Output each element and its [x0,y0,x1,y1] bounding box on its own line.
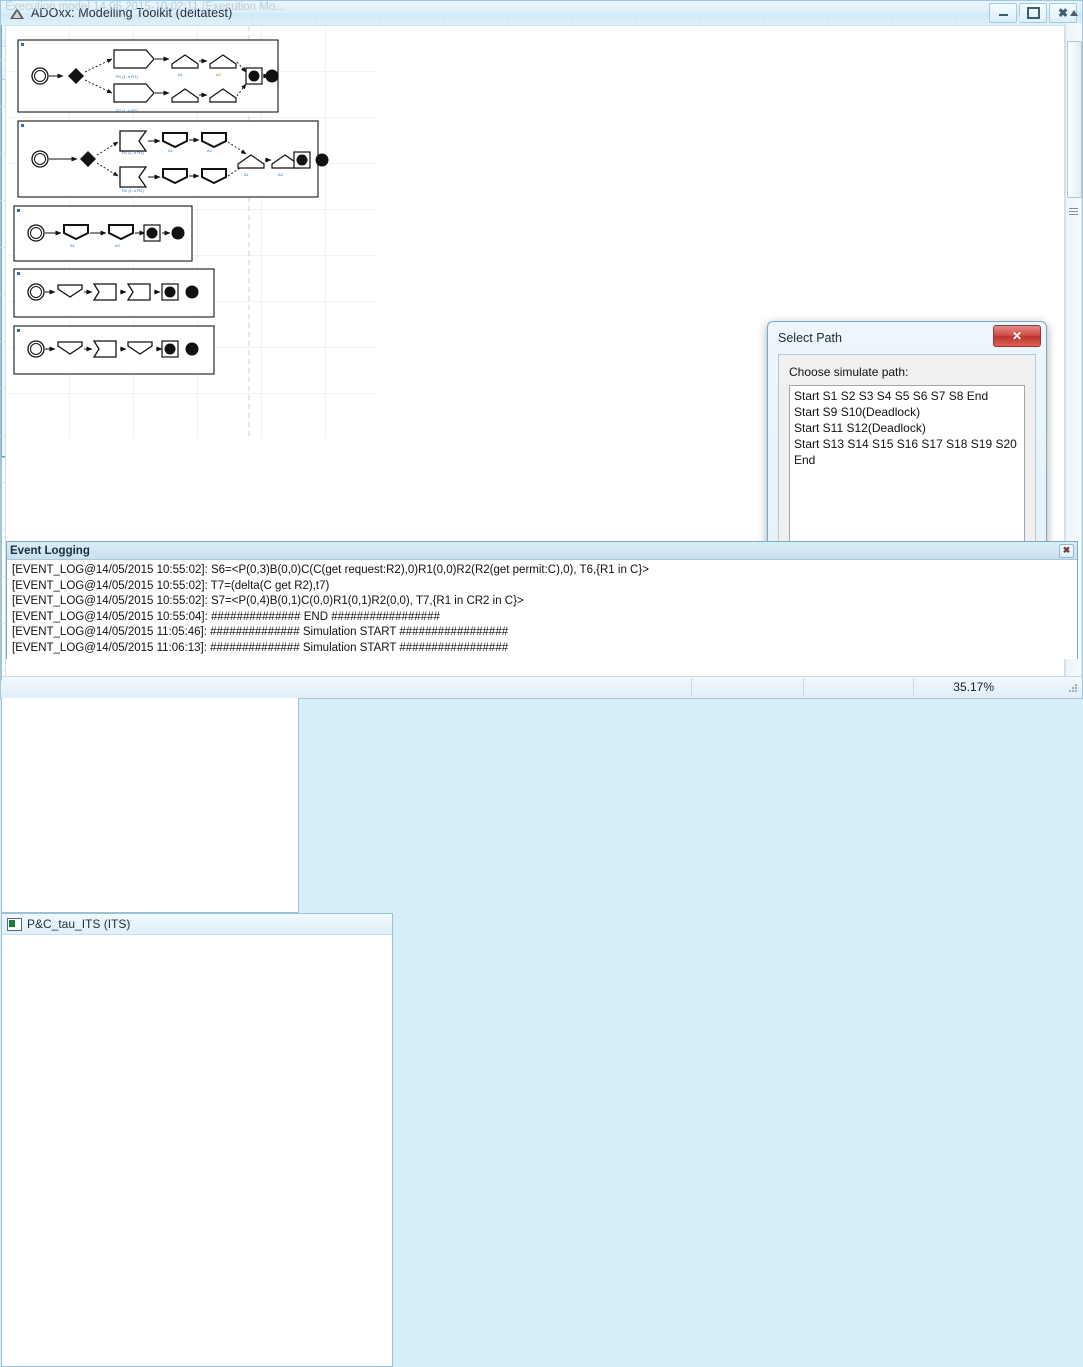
svg-text:A2: A2 [216,72,222,77]
svg-text:R2 (1..n R2): R2 (1..n R2) [116,108,138,113]
log-line: [EVENT_LOG@14/05/2015 10:55:02]: S6=<P(0… [12,564,649,576]
status-cell-3 [804,678,914,696]
svg-text:A1: A1 [244,172,250,177]
event-log-header: Event Logging ✖ [7,542,1077,560]
its-model-window: P&C_tau_ITS (ITS) R1 (1..n R1) R2 (1..n … [1,10,1082,1367]
log-line: [EVENT_LOG@14/05/2015 11:06:13]: #######… [12,641,509,654]
path-option[interactable]: Start S1 S2 S3 S4 S5 S6 S7 S8 End [794,388,1020,404]
window-resize-grip[interactable] [1067,682,1079,694]
event-log-body[interactable]: [EVENT_LOG@14/05/2015 10:55:02]: S6=<P(0… [7,560,1077,659]
svg-text:A2: A2 [278,172,284,177]
model-window-icon [7,917,22,931]
svg-text:R1 (1..n R1): R1 (1..n R1) [122,150,144,155]
its-vscroll-thumb[interactable] [1067,41,1082,198]
event-log-close-icon[interactable]: ✖ [1059,543,1074,558]
svg-text:A2: A2 [207,148,213,153]
log-line: [EVENT_LOG@14/05/2015 10:55:02]: S7=<P(0… [12,595,524,607]
dialog-titlebar: Select Path ✕ [771,325,1043,351]
application-window: ADOxx: Modelling Toolkit (deltatest) ✖ M… [0,0,1083,1367]
canvas-title: Execution model 14.05.2015-10:02:11 (Exe… [5,1,285,13]
dialog-prompt: Choose simulate path: [789,365,909,379]
status-cell-2 [692,678,804,696]
svg-text:A1: A1 [178,72,184,77]
path-listbox[interactable]: Start S1 S2 S3 S4 S5 S6 S7 S8 End Start … [789,385,1025,567]
svg-text:R2 (1..n R2): R2 (1..n R2) [122,188,144,193]
grip-lines-icon [1069,208,1078,215]
path-option[interactable]: Start S9 S10(Deadlock) [794,404,1020,420]
svg-text:A1: A1 [70,243,76,248]
log-line: [EVENT_LOG@14/05/2015 10:55:04]: #######… [12,610,440,623]
path-option[interactable]: Start S11 S12(Deadlock) [794,420,1020,436]
zoom-level: 35.17% [953,680,994,694]
path-option[interactable]: Start S13 S14 S15 S16 S17 S18 S19 S20 En… [794,436,1020,468]
dialog-close-button[interactable]: ✕ [993,325,1041,347]
status-bar: 35.17% [2,676,1082,697]
event-logging-panel: Event Logging ✖ [EVENT_LOG@14/05/2015 10… [6,541,1078,659]
its-window-title: P&C_tau_ITS (ITS) [27,917,131,931]
its-window-header: P&C_tau_ITS (ITS) [2,914,392,935]
dialog-title: Select Path [778,331,842,345]
log-line: [EVENT_LOG@14/05/2015 11:05:46]: #######… [12,626,509,638]
event-log-title: Event Logging [10,544,90,557]
log-line: [EVENT_LOG@14/05/2015 10:55:02]: T7=(del… [12,579,330,592]
status-message-cell [2,678,692,696]
its-diagram[interactable]: R1 (1..n R1) R2 (1..n R2) A1 A2 R1 (1..n… [6,26,378,438]
svg-text:A2: A2 [115,243,121,248]
its-scroll-up-icon[interactable] [1066,5,1081,21]
svg-text:R1 (1..n R1): R1 (1..n R1) [116,74,138,79]
svg-text:A1: A1 [168,148,174,153]
